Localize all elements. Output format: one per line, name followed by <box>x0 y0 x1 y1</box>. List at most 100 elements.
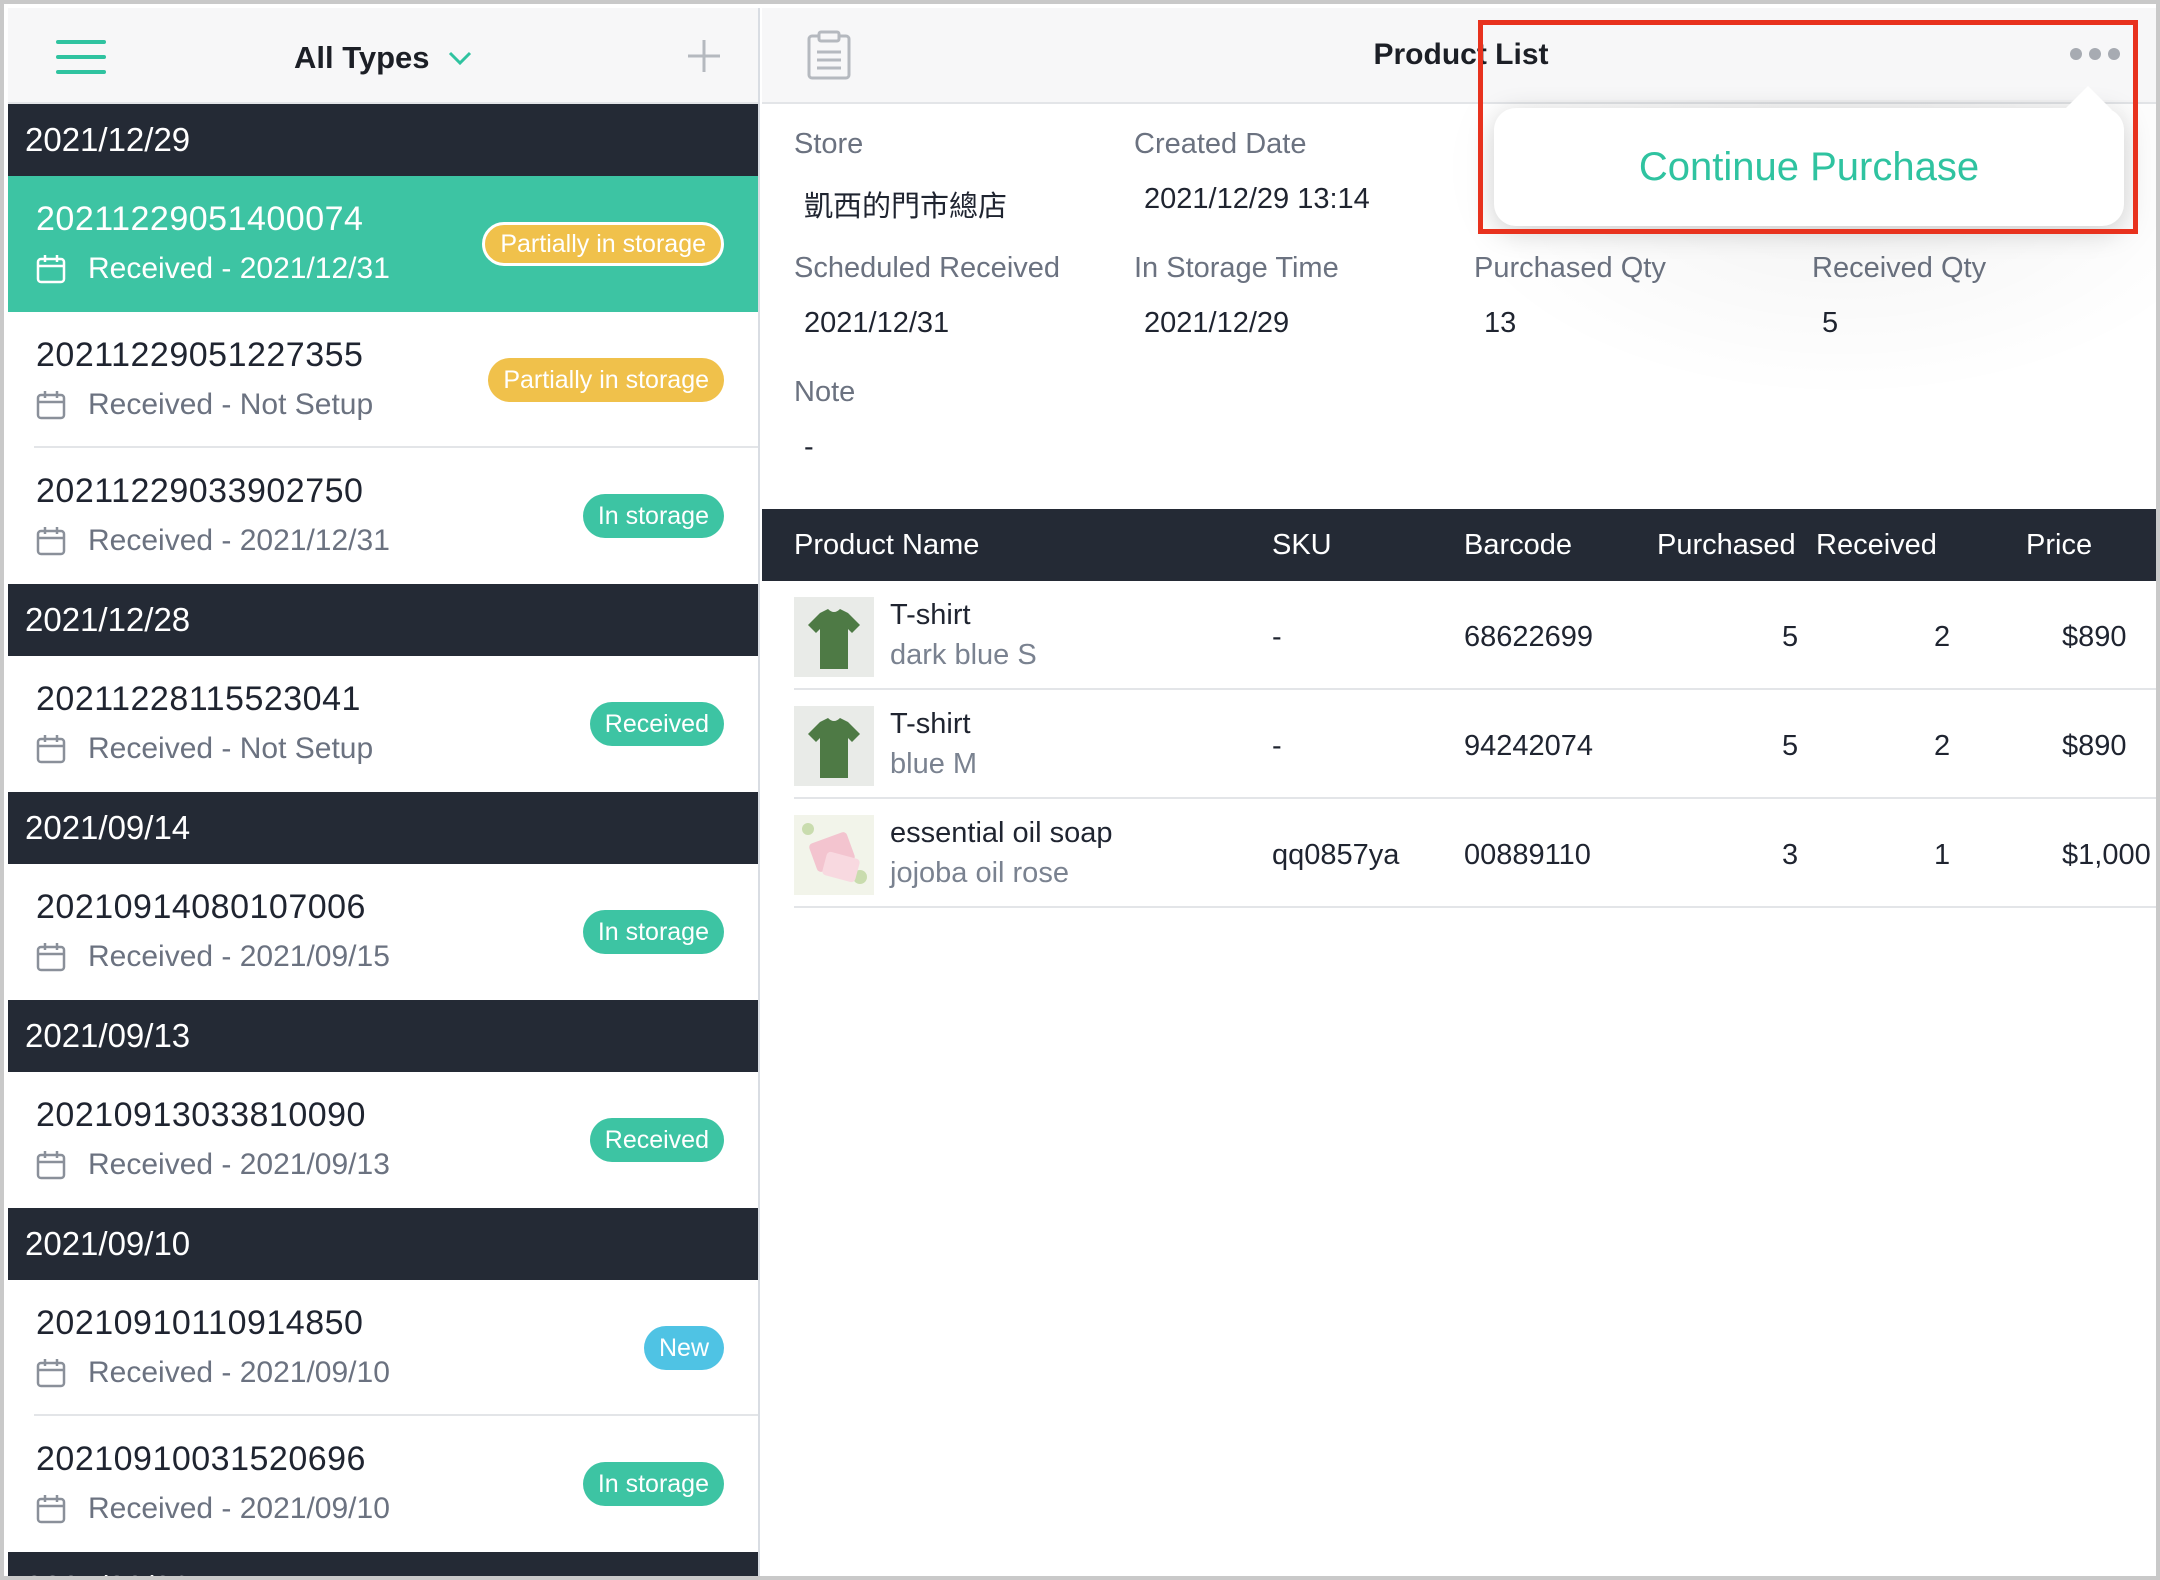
order-number: 20210910031520696 <box>36 1440 366 1478</box>
order-received-text: Received - 2021/09/15 <box>88 940 390 973</box>
header-received: Received <box>1816 529 1937 561</box>
calendar-icon <box>36 1359 66 1388</box>
product-sku: - <box>1272 621 1282 653</box>
note-label: Note <box>794 376 856 408</box>
order-list-item[interactable]: 20211228115523041 Received - Not Setup Rec… <box>8 656 758 792</box>
order-list-item[interactable]: 20210910031520696 Received - 2021/09/10 In… <box>8 1416 758 1552</box>
storage-time-value: 2021/12/29 <box>1144 307 1290 339</box>
menu-icon[interactable] <box>56 40 106 74</box>
order-list-item[interactable]: 20211229051227355 Received - Not Setup Par… <box>8 312 758 448</box>
order-number: 20211229051400074 <box>36 200 364 238</box>
product-sku: - <box>1272 730 1282 762</box>
status-badge: In storage <box>582 1462 724 1506</box>
storage-time-label: In Storage Time <box>1134 252 1339 284</box>
store-value: 凱西的門市總店 <box>804 191 1008 223</box>
order-number: 20210914080107006 <box>36 888 366 926</box>
received-qty-value: 5 <box>1822 307 1839 339</box>
purchased-qty-label: Purchased Qty <box>1474 252 1666 284</box>
product-variant: jojoba oil rose <box>890 857 1069 889</box>
order-list-item[interactable]: 20211229051400074 Received - 2021/12/31 Pa… <box>8 176 758 312</box>
order-received-text: Received - 2021/09/13 <box>88 1148 390 1181</box>
more-options-icon[interactable] <box>2070 48 2120 60</box>
order-received-info: Received - 2021/12/31 <box>36 252 390 286</box>
received-qty-field: Received Qty 5 <box>1812 252 2142 340</box>
header-purchased: Purchased <box>1657 529 1796 561</box>
order-received-text: Received - Not Setup <box>88 732 374 765</box>
store-field: Store 凱西的門市總店 <box>794 128 1124 225</box>
header-product-name: Product Name <box>794 529 980 561</box>
order-groups: 2021/12/29 20211229051400074 Received - 20… <box>8 104 758 1576</box>
order-list-item[interactable]: 20210913033810090 Received - 2021/09/13 Re… <box>8 1072 758 1208</box>
order-received-info: Received - 2021/09/10 <box>36 1356 390 1390</box>
calendar-icon <box>36 391 66 420</box>
status-badge: Partially in storage <box>482 222 724 266</box>
status-badge: New <box>643 1326 724 1370</box>
product-variant: dark blue S <box>890 639 1037 671</box>
scheduled-received-field: Scheduled Received 2021/12/31 <box>794 252 1124 340</box>
order-list-item[interactable]: 20210914080107006 Received - 2021/09/15 In… <box>8 864 758 1000</box>
order-received-text: Received - Not Setup <box>88 388 374 421</box>
purchased-qty-field: Purchased Qty 13 <box>1474 252 1804 340</box>
product-received: 2 <box>1934 621 1951 653</box>
order-received-info: Received - Not Setup <box>36 388 373 422</box>
order-received-text: Received - 2021/09/10 <box>88 1492 390 1525</box>
calendar-icon <box>36 255 66 284</box>
order-received-text: Received - 2021/12/31 <box>88 252 390 285</box>
order-list-item[interactable]: 20210910110914850 Received - 2021/09/10 Ne… <box>8 1280 758 1416</box>
table-body: T-shirt dark blue S -68622699 5 2 $890 T-shirt… <box>762 581 2156 908</box>
product-thumbnail <box>794 597 874 677</box>
order-number: 20210910110914850 <box>36 1304 364 1342</box>
header-price: Price <box>2026 529 2093 561</box>
soap-thumbnail <box>794 815 874 895</box>
add-icon[interactable] <box>686 38 722 74</box>
order-received-info: Received - Not Setup <box>36 732 373 766</box>
calendar-icon <box>36 527 66 556</box>
left-header: All Types <box>8 8 758 104</box>
status-badge: Received <box>589 1118 724 1162</box>
product-purchased: 5 <box>1782 621 1799 653</box>
product-received: 2 <box>1934 730 1951 762</box>
note-field: Note - <box>794 376 1124 464</box>
order-number: 20211229051227355 <box>36 336 364 374</box>
product-purchased: 3 <box>1782 839 1799 871</box>
status-badge: Partially in storage <box>488 358 724 402</box>
table-row[interactable]: essential oil soap jojoba oil rose qq0857y… <box>762 799 2156 908</box>
date-group-header: 2021/09/13 <box>8 1000 758 1072</box>
continue-purchase-button[interactable]: Continue Purchase <box>1639 145 1979 190</box>
calendar-icon <box>36 1495 66 1524</box>
product-name: T-shirt <box>890 708 971 740</box>
order-received-text: Received - 2021/09/10 <box>88 1356 390 1389</box>
order-received-info: Received - 2021/09/15 <box>36 940 390 974</box>
product-thumbnail <box>794 815 874 895</box>
table-row[interactable]: T-shirt blue M - 94242074 5 2 $890 <box>762 690 2156 799</box>
type-filter-label: All Types <box>294 40 430 75</box>
type-filter-dropdown[interactable]: All Types <box>294 38 472 78</box>
order-number: 20211229033902750 <box>36 472 364 510</box>
table-header: Product Name SKU Barcode Purchased Recei… <box>762 509 2156 581</box>
date-group-header: 2021/09/14 <box>8 792 758 864</box>
product-table: Product Name SKU Barcode Purchased Recei… <box>762 509 2156 908</box>
product-price: $1,000 <box>2062 839 2151 871</box>
product-thumbnail <box>794 706 874 786</box>
order-received-text: Received - 2021/12/31 <box>88 524 390 557</box>
status-badge: In storage <box>582 910 724 954</box>
tshirt-thumbnail <box>794 597 874 677</box>
detail-panel: Product List Store 凱西的門市總店 Created Date … <box>762 8 2156 1576</box>
product-price: $890 <box>2062 730 2127 762</box>
created-date-field: Created Date 2021/12/29 13:14 <box>1134 128 1464 216</box>
app-window: All Types 2021/12/29 20211229051400074 Rec… <box>0 0 2160 1580</box>
tshirt-thumbnail <box>794 706 874 786</box>
date-group-header: 2021/12/28 <box>8 584 758 656</box>
header-barcode: Barcode <box>1464 529 1573 561</box>
order-list-item[interactable]: 20211229033902750 Received - 2021/12/31 In… <box>8 448 758 584</box>
product-price: $890 <box>2062 621 2127 653</box>
product-variant: blue M <box>890 748 978 780</box>
product-barcode: 68622699 <box>1464 621 1594 653</box>
status-badge: In storage <box>582 494 724 538</box>
calendar-icon <box>36 735 66 764</box>
product-name: essential oil soap <box>890 817 1113 849</box>
store-label: Store <box>794 128 864 160</box>
table-row[interactable]: T-shirt dark blue S - 68622699 5 2 $890 <box>762 581 2156 690</box>
product-barcode: 94242074 <box>1464 730 1594 762</box>
scheduled-received-value: 2021/12/31 <box>804 307 950 339</box>
